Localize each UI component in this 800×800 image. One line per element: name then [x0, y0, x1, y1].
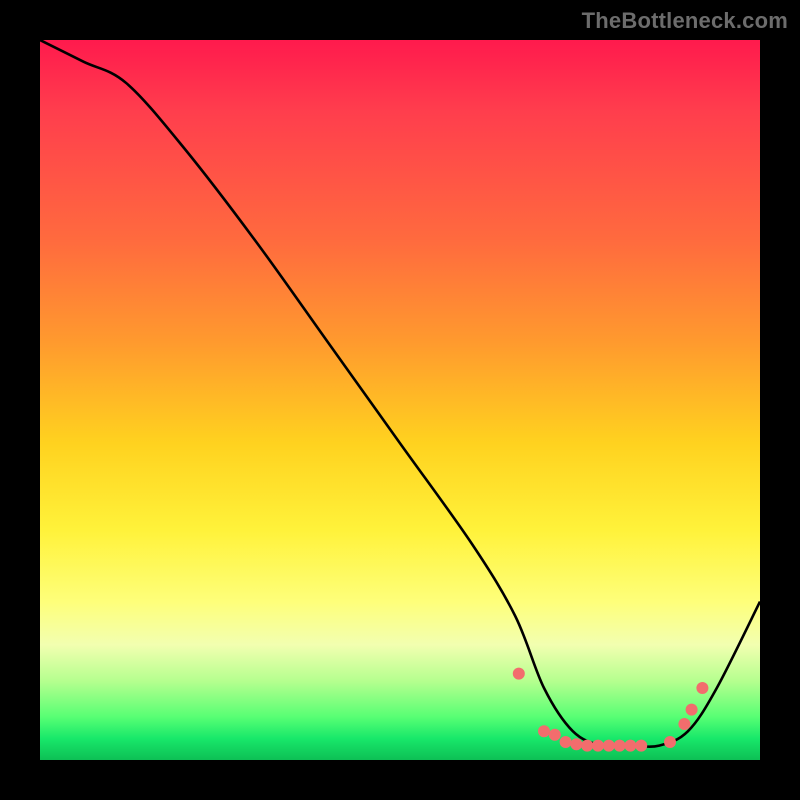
- chart-svg: [40, 40, 760, 760]
- marker-dot: [664, 736, 676, 748]
- marker-dot: [696, 682, 708, 694]
- plot-area: [40, 40, 760, 760]
- marker-dot: [560, 736, 572, 748]
- marker-dot: [592, 740, 604, 752]
- chart-container: TheBottleneck.com: [0, 0, 800, 800]
- marker-dot: [635, 740, 647, 752]
- marker-dot: [686, 704, 698, 716]
- marker-dot: [513, 668, 525, 680]
- marker-dot: [624, 740, 636, 752]
- marker-dot: [581, 740, 593, 752]
- marker-dot: [549, 729, 561, 741]
- curve-line: [40, 40, 760, 747]
- watermark-label: TheBottleneck.com: [582, 8, 788, 34]
- marker-dot: [570, 738, 582, 750]
- marker-dot: [538, 725, 550, 737]
- marker-dot: [678, 718, 690, 730]
- marker-dot: [614, 740, 626, 752]
- marker-dot: [603, 740, 615, 752]
